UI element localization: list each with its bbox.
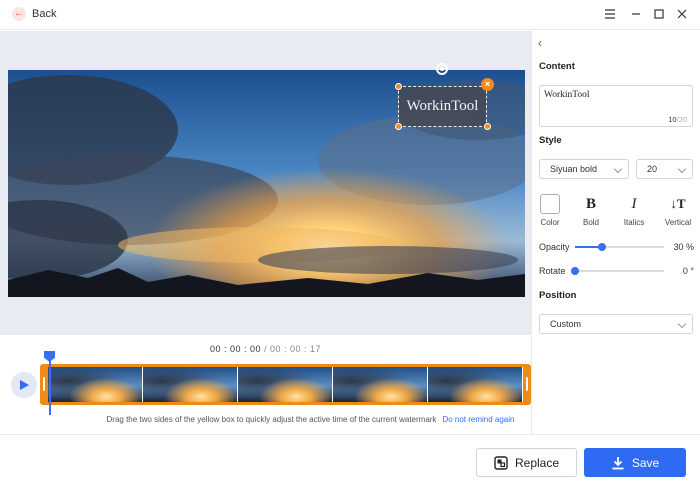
style-title: Style bbox=[539, 135, 562, 146]
frame-strip bbox=[48, 367, 523, 402]
rotate-knob[interactable] bbox=[571, 267, 579, 275]
play-icon bbox=[20, 380, 29, 390]
bold-icon: B bbox=[585, 195, 596, 212]
play-button[interactable] bbox=[11, 372, 37, 398]
opacity-label: Opacity bbox=[539, 242, 570, 252]
watermark-box[interactable]: WorkinTool bbox=[398, 86, 487, 127]
save-button[interactable]: Save bbox=[584, 448, 686, 477]
back-arrow-icon: ← bbox=[12, 7, 26, 21]
back-button[interactable]: ← Back bbox=[12, 7, 56, 21]
opacity-knob[interactable] bbox=[597, 243, 606, 251]
replace-button[interactable]: Replace bbox=[476, 448, 577, 477]
font-size-select[interactable]: 20 bbox=[636, 159, 693, 179]
time-display: 00 : 00 : 00 / 00 : 00 : 17 bbox=[209, 344, 322, 354]
close-icon[interactable] bbox=[675, 7, 689, 21]
panel-collapse-icon[interactable]: ‹ bbox=[538, 36, 542, 50]
download-icon bbox=[612, 456, 624, 469]
frame-thumbnail bbox=[238, 367, 333, 402]
watermark-text: WorkinTool bbox=[406, 98, 479, 114]
resize-handle[interactable] bbox=[395, 83, 402, 90]
timeline: 00 : 00 : 00 / 00 : 00 : 17 Drag the two… bbox=[0, 335, 531, 433]
maximize-icon[interactable] bbox=[652, 7, 666, 21]
total-time: 00 : 00 : 17 bbox=[270, 344, 322, 354]
opacity-slider[interactable] bbox=[575, 243, 664, 251]
content-textarea[interactable]: WorkinTool 10/20 bbox=[539, 85, 693, 127]
frame-thumbnail bbox=[48, 367, 143, 402]
range-end-handle[interactable] bbox=[526, 377, 528, 391]
chevron-down-icon bbox=[677, 319, 687, 329]
opacity-value: 30 % bbox=[673, 242, 694, 252]
resize-handle[interactable] bbox=[395, 123, 402, 130]
frame-thumbnail bbox=[428, 367, 523, 402]
playhead[interactable] bbox=[49, 357, 51, 415]
chevron-down-icon bbox=[677, 164, 687, 174]
italic-icon: I bbox=[631, 195, 637, 212]
rotate-slider[interactable] bbox=[571, 267, 664, 275]
rotate-value: 0 ° bbox=[682, 266, 694, 276]
rotate-handle-icon[interactable] bbox=[436, 63, 448, 75]
delete-watermark-icon[interactable]: × bbox=[481, 78, 494, 91]
back-label: Back bbox=[32, 8, 57, 20]
content-title: Content bbox=[539, 61, 575, 72]
vertical-button[interactable]: ↓T Vertical bbox=[663, 194, 693, 227]
position-select[interactable]: Custom bbox=[539, 314, 693, 334]
timeline-tip: Drag the two sides of the yellow box to … bbox=[106, 415, 515, 424]
properties-panel: ‹ Content WorkinTool 10/20 Style Siyuan … bbox=[531, 31, 700, 434]
bold-button[interactable]: B Bold bbox=[576, 194, 606, 228]
position-title: Position bbox=[539, 290, 577, 301]
menu-icon[interactable] bbox=[603, 7, 617, 21]
vertical-text-icon: ↓T bbox=[670, 196, 686, 211]
range-start-handle[interactable] bbox=[43, 377, 45, 391]
minimize-icon[interactable] bbox=[629, 7, 643, 21]
char-counter: 10/20 bbox=[668, 115, 687, 124]
do-not-remind-link[interactable]: Do not remind again bbox=[442, 415, 514, 424]
video-preview-area: WorkinTool × bbox=[0, 31, 531, 335]
footer-bar: Replace Save bbox=[0, 434, 700, 490]
italics-button[interactable]: I Italics bbox=[619, 194, 649, 228]
color-button[interactable]: Color bbox=[535, 194, 565, 227]
resize-handle[interactable] bbox=[484, 123, 491, 130]
chevron-down-icon bbox=[613, 164, 623, 174]
frame-thumbnail bbox=[333, 367, 428, 402]
font-family-select[interactable]: Siyuan bold bbox=[539, 159, 629, 179]
title-bar: ← Back bbox=[0, 0, 700, 30]
color-swatch bbox=[540, 194, 560, 214]
playhead-knob[interactable] bbox=[44, 351, 55, 362]
replace-icon bbox=[494, 455, 508, 470]
watermark-time-range[interactable] bbox=[40, 364, 531, 405]
rotate-label: Rotate bbox=[539, 266, 566, 276]
current-time: 00 : 00 : 00 bbox=[209, 344, 261, 354]
frame-thumbnail bbox=[143, 367, 238, 402]
